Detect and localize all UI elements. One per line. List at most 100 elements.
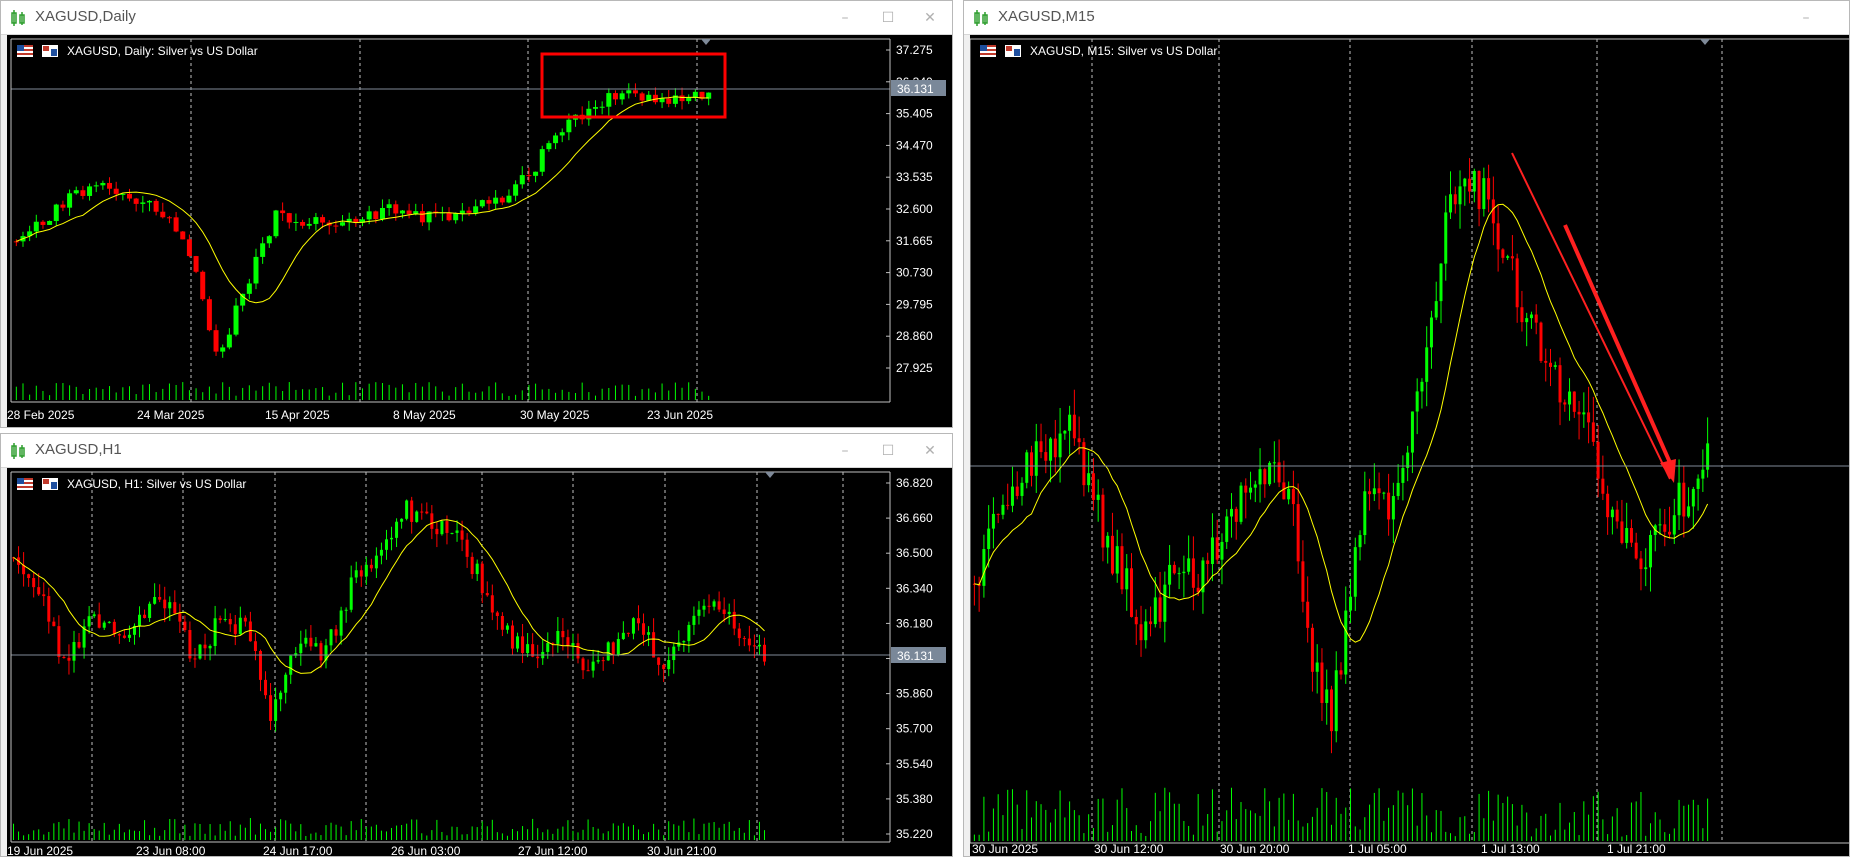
candle-body bbox=[289, 655, 293, 675]
candle-body bbox=[233, 624, 237, 635]
candle-body bbox=[465, 539, 469, 557]
candle-body bbox=[612, 93, 618, 100]
candle-body bbox=[1334, 670, 1338, 732]
candle-body bbox=[1101, 494, 1105, 548]
m15-chart-canvas[interactable]: XAGUSD, M15: Silver vs US Dollar 30 Jun … bbox=[970, 35, 1850, 857]
candle-body bbox=[1001, 504, 1005, 515]
candle-body bbox=[173, 217, 179, 232]
candle-body bbox=[286, 213, 292, 223]
candle-body bbox=[479, 200, 485, 207]
chart-area[interactable]: XAGUSD, H1: Silver vs US Dollar 36.820 36… bbox=[7, 468, 952, 857]
candle-body bbox=[1544, 360, 1548, 363]
window-title: XAGUSD,M15 bbox=[998, 8, 1095, 25]
chart-area[interactable]: XAGUSD, M15: Silver vs US Dollar 30 Jun … bbox=[970, 35, 1850, 857]
candle-body bbox=[1372, 488, 1376, 495]
window-daily[interactable]: XAGUSD,Daily – ☐ ✕ XAGUSD, Daily: Silver… bbox=[0, 0, 953, 428]
candle-body bbox=[1091, 473, 1095, 500]
candle-body bbox=[1458, 186, 1462, 205]
candle-body bbox=[300, 221, 306, 226]
candle-body bbox=[97, 614, 101, 628]
candle-body bbox=[1215, 537, 1219, 560]
candle-body bbox=[228, 618, 232, 625]
window-m15[interactable]: XAGUSD,M15 – XAGUSD, M15: Silver vs US D… bbox=[963, 0, 1850, 857]
x-tick-label: 24 Mar 2025 bbox=[137, 408, 205, 422]
candle-body bbox=[1529, 314, 1533, 319]
candle-body bbox=[1049, 438, 1053, 461]
candle-body bbox=[1415, 391, 1419, 412]
minimize-button[interactable]: – bbox=[1792, 5, 1820, 31]
candle-body bbox=[77, 642, 81, 648]
candle-body bbox=[339, 610, 343, 636]
candle-body bbox=[1115, 546, 1119, 574]
chart-area[interactable]: XAGUSD, Daily: Silver vs US Dollar 37.27… bbox=[7, 35, 952, 427]
candle-body bbox=[566, 637, 570, 646]
candle-body bbox=[1601, 478, 1605, 494]
shift-marker-icon[interactable] bbox=[765, 472, 775, 478]
y-tick-label: 36.340 bbox=[896, 581, 933, 595]
y-tick-label: 35.405 bbox=[896, 107, 933, 121]
candle-body bbox=[1239, 485, 1243, 522]
daily-chart-canvas[interactable]: XAGUSD, Daily: Silver vs US Dollar 37.27… bbox=[7, 35, 952, 427]
candle-body bbox=[102, 622, 106, 628]
candle-body bbox=[158, 597, 162, 600]
candle-body bbox=[722, 609, 726, 615]
candle-body bbox=[213, 330, 219, 352]
candle-body bbox=[450, 532, 454, 534]
candle-body bbox=[1087, 473, 1091, 486]
candle-body bbox=[717, 601, 721, 610]
candle-body bbox=[218, 618, 222, 620]
candle-body bbox=[659, 98, 665, 103]
chart-symbol-label: XAGUSD, H1: Silver vs US Dollar bbox=[67, 477, 246, 491]
candle-body bbox=[349, 577, 353, 610]
candle-body bbox=[143, 614, 147, 618]
h1-chart-canvas[interactable]: XAGUSD, H1: Silver vs US Dollar 36.820 36… bbox=[7, 468, 952, 857]
candle-body bbox=[369, 564, 373, 569]
close-button[interactable]: ✕ bbox=[916, 5, 944, 31]
candle-body bbox=[506, 195, 512, 203]
candle-body bbox=[1058, 433, 1062, 458]
candle-body bbox=[639, 93, 645, 101]
current-price-label: 36.131 bbox=[897, 82, 934, 96]
x-tick-label: 30 Jun 2025 bbox=[972, 842, 1038, 856]
shift-marker-icon[interactable] bbox=[1700, 39, 1710, 45]
candle-body bbox=[1096, 494, 1100, 500]
candle-body bbox=[248, 621, 252, 642]
candle-body bbox=[991, 513, 995, 529]
candle-body bbox=[306, 223, 312, 226]
candle-body bbox=[32, 578, 36, 588]
moving-average-line bbox=[13, 519, 765, 674]
candle-body bbox=[87, 186, 93, 196]
minimize-button[interactable]: – bbox=[831, 5, 859, 31]
candle-body bbox=[601, 660, 605, 662]
candle-body bbox=[1682, 482, 1686, 517]
window-titlebar[interactable]: XAGUSD,Daily – ☐ ✕ bbox=[1, 1, 952, 35]
maximize-button[interactable]: ☐ bbox=[874, 438, 902, 464]
window-titlebar[interactable]: XAGUSD,M15 – bbox=[964, 1, 1849, 35]
candle-body bbox=[188, 630, 192, 659]
candle-body bbox=[1453, 194, 1457, 205]
window-h1[interactable]: XAGUSD,H1 – ☐ ✕ XAGUSD, H1: Silver vs US… bbox=[0, 433, 953, 857]
candle-body bbox=[1515, 258, 1519, 308]
candle-body bbox=[1168, 564, 1172, 585]
candle-body bbox=[1587, 412, 1591, 423]
candle-body bbox=[1068, 414, 1072, 431]
close-button[interactable]: ✕ bbox=[916, 438, 944, 464]
candle-body bbox=[1434, 301, 1438, 318]
shift-marker-icon[interactable] bbox=[701, 39, 711, 45]
candle-body bbox=[87, 616, 91, 627]
candle-body bbox=[1691, 488, 1695, 507]
candle-body bbox=[80, 190, 86, 196]
candle-body bbox=[1134, 616, 1138, 625]
candle-body bbox=[446, 212, 452, 221]
minimize-button[interactable]: – bbox=[831, 438, 859, 464]
candle-body bbox=[606, 93, 612, 107]
candle-body bbox=[160, 211, 166, 218]
maximize-button[interactable]: ☐ bbox=[874, 5, 902, 31]
candle-body bbox=[1287, 488, 1291, 500]
candle-body bbox=[354, 570, 358, 578]
candle-body bbox=[632, 90, 638, 94]
window-titlebar[interactable]: XAGUSD,H1 – ☐ ✕ bbox=[1, 434, 952, 468]
candle-body bbox=[73, 190, 79, 194]
x-tick-label: 30 Jun 12:00 bbox=[1094, 842, 1164, 856]
candle-body bbox=[280, 210, 286, 214]
